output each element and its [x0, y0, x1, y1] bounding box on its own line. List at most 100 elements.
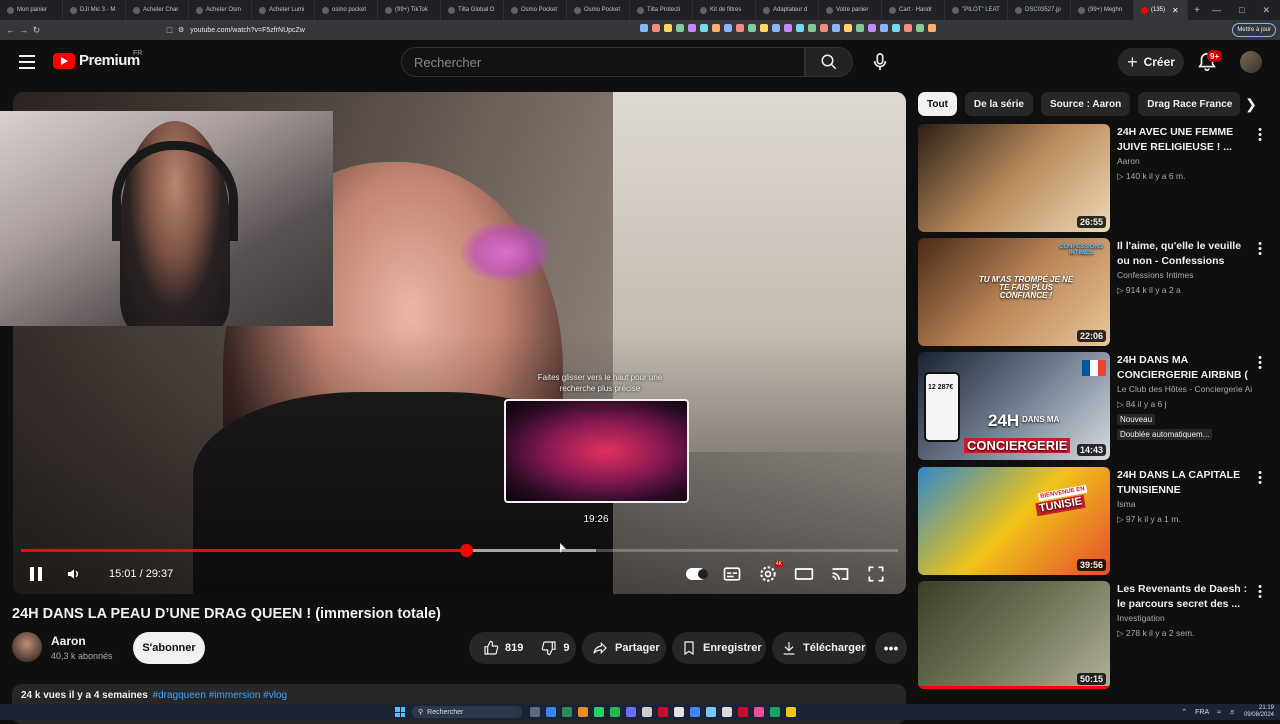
save-button[interactable]: Enregistrer	[672, 632, 766, 664]
taskbar-app-icon[interactable]	[722, 707, 732, 717]
recommended-video[interactable]: TU M'AS TROMPÉ JE NE TE FAIS PLUS CONFIA…	[918, 238, 1270, 346]
update-browser-button[interactable]: Mettre à jour	[1232, 23, 1276, 37]
volume-icon[interactable]	[65, 566, 83, 582]
taskbar-app-icon[interactable]	[674, 707, 684, 717]
extension-icon[interactable]	[856, 24, 864, 32]
filter-chip[interactable]: De la série	[964, 92, 1033, 116]
bookmark-icon[interactable]: □	[163, 25, 176, 35]
clock[interactable]: 21:19 09/08/2024	[1244, 705, 1274, 719]
video-thumbnail[interactable]: 50:15	[918, 581, 1110, 689]
close-tab-icon[interactable]: ✕	[1172, 6, 1179, 15]
filter-chip[interactable]: Tout	[918, 92, 957, 116]
browser-tab[interactable]: Tilta Global O	[441, 0, 504, 20]
speaker-icon[interactable]: ♬	[1229, 709, 1236, 716]
pause-button[interactable]	[30, 566, 44, 582]
recommended-channel[interactable]: Aaron	[1117, 156, 1252, 166]
fullscreen-icon[interactable]	[866, 564, 886, 584]
extension-icon[interactable]	[928, 24, 936, 32]
extension-icon[interactable]	[760, 24, 768, 32]
browser-tab[interactable]: (99+) Meghn	[1071, 0, 1134, 20]
browser-tab[interactable]: Kit de filtres	[693, 0, 756, 20]
browser-tab[interactable]: DJI Mic 3 - M	[63, 0, 126, 20]
subtitles-icon[interactable]	[722, 564, 742, 584]
taskbar-app-icon[interactable]	[770, 707, 780, 717]
taskbar-app-icon[interactable]	[562, 707, 572, 717]
menu-icon[interactable]	[19, 55, 35, 69]
extension-icon[interactable]	[916, 24, 924, 32]
voice-search-button[interactable]	[862, 47, 898, 77]
video-thumbnail[interactable]: BIENVENUE EN TUNISIE 39:56	[918, 467, 1110, 575]
video-thumbnail[interactable]: TU M'AS TROMPÉ JE NE TE FAIS PLUS CONFIA…	[918, 238, 1110, 346]
extension-icon[interactable]	[784, 24, 792, 32]
recommended-channel[interactable]: Isma	[1117, 499, 1252, 509]
browser-tab[interactable]: Cart - Handr	[882, 0, 945, 20]
recommended-channel[interactable]: Confessions Intimes	[1117, 270, 1252, 280]
extension-icon[interactable]	[652, 24, 660, 32]
taskbar-app-icon[interactable]	[642, 707, 652, 717]
more-vertical-icon[interactable]: • • •	[1256, 582, 1264, 603]
taskbar-app-icon[interactable]	[738, 707, 748, 717]
recommended-video-title[interactable]: Il l'aime, qu'elle le veuille ou non - C…	[1117, 239, 1252, 269]
new-tab-icon[interactable]: +	[1194, 5, 1200, 16]
close-window-icon[interactable]: ✕	[1262, 5, 1270, 16]
video-thumbnail[interactable]: 26:55	[918, 124, 1110, 232]
filter-chip[interactable]: Drag Race France	[1138, 92, 1242, 116]
chips-next-button[interactable]: ❯	[1240, 92, 1262, 116]
settings-button[interactable]: 4K	[758, 561, 783, 584]
extension-icon[interactable]	[688, 24, 696, 32]
create-button[interactable]: + Créer	[1118, 48, 1184, 76]
site-info-icon[interactable]: ⚙	[178, 26, 184, 34]
recommended-channel[interactable]: Le Club des Hôtes - Conciergerie Air...	[1117, 384, 1252, 394]
browser-tab[interactable]: Acheter Lumi	[252, 0, 315, 20]
extension-icon[interactable]	[904, 24, 912, 32]
back-icon[interactable]: ←	[4, 25, 17, 35]
tray-chevron-icon[interactable]: ⌃	[1181, 708, 1187, 716]
browser-tab[interactable]: Osmo Pocket	[567, 0, 630, 20]
extension-icon[interactable]	[712, 24, 720, 32]
taskbar-app-icon[interactable]	[658, 707, 668, 717]
theater-mode-icon[interactable]	[794, 564, 814, 584]
autoplay-toggle[interactable]	[686, 564, 708, 584]
extension-icon[interactable]	[820, 24, 828, 32]
account-avatar[interactable]	[1240, 51, 1262, 73]
taskbar-app-icon[interactable]	[690, 707, 700, 717]
extension-icon[interactable]	[796, 24, 804, 32]
taskbar-app-icon[interactable]	[530, 707, 540, 717]
taskbar-app-icon[interactable]	[706, 707, 716, 717]
wifi-icon[interactable]: ≈	[1217, 709, 1221, 716]
recommended-video-title[interactable]: 24H DANS LA CAPITALE TUNISIENNE	[1117, 468, 1252, 498]
more-actions-button[interactable]: •••	[875, 632, 907, 664]
maximize-icon[interactable]: □	[1239, 5, 1244, 15]
browser-tab[interactable]: Adaptateur d	[756, 0, 819, 20]
browser-tab[interactable]: Osmo Pocket	[504, 0, 567, 20]
reload-icon[interactable]: ↻	[30, 25, 43, 36]
extension-icon[interactable]	[724, 24, 732, 32]
extension-icon[interactable]	[808, 24, 816, 32]
browser-tab[interactable]: osmo pocket	[315, 0, 378, 20]
taskbar-app-icon[interactable]	[754, 707, 764, 717]
browser-tab[interactable]: (99+) TikTok	[378, 0, 441, 20]
browser-tab[interactable]: Votre panier	[819, 0, 882, 20]
taskbar-search[interactable]: ⚲ Rechercher	[412, 706, 522, 718]
browser-tab[interactable]: "PILOT" LEAT	[945, 0, 1008, 20]
forward-icon[interactable]: →	[17, 25, 30, 35]
more-vertical-icon[interactable]: • • •	[1256, 468, 1264, 489]
extension-icon[interactable]	[892, 24, 900, 32]
download-button[interactable]: Télécharger	[772, 632, 867, 664]
browser-tab[interactable]: Tilta Protecti	[630, 0, 693, 20]
url-field[interactable]: ⚙ youtube.com/watch?v=F5zfrNUpcZw	[178, 23, 618, 37]
cast-icon[interactable]	[830, 564, 850, 584]
recommended-video-title[interactable]: Les Revenants de Daesh : le parcours sec…	[1117, 582, 1252, 612]
video-progress-bar[interactable]	[21, 544, 898, 557]
extension-icon[interactable]	[640, 24, 648, 32]
search-input[interactable]	[402, 48, 804, 76]
channel-name[interactable]: Aaron	[51, 634, 86, 648]
browser-tab-active[interactable]: (135) ✕	[1134, 0, 1188, 20]
minimize-icon[interactable]: —	[1212, 5, 1221, 15]
recommended-channel[interactable]: Investigation	[1117, 613, 1252, 623]
extension-icon[interactable]	[772, 24, 780, 32]
extension-icon[interactable]	[676, 24, 684, 32]
taskbar-app-icon[interactable]	[546, 707, 556, 717]
browser-tab[interactable]: Mon panier	[0, 0, 63, 20]
browser-tab[interactable]: Acheter Char	[126, 0, 189, 20]
